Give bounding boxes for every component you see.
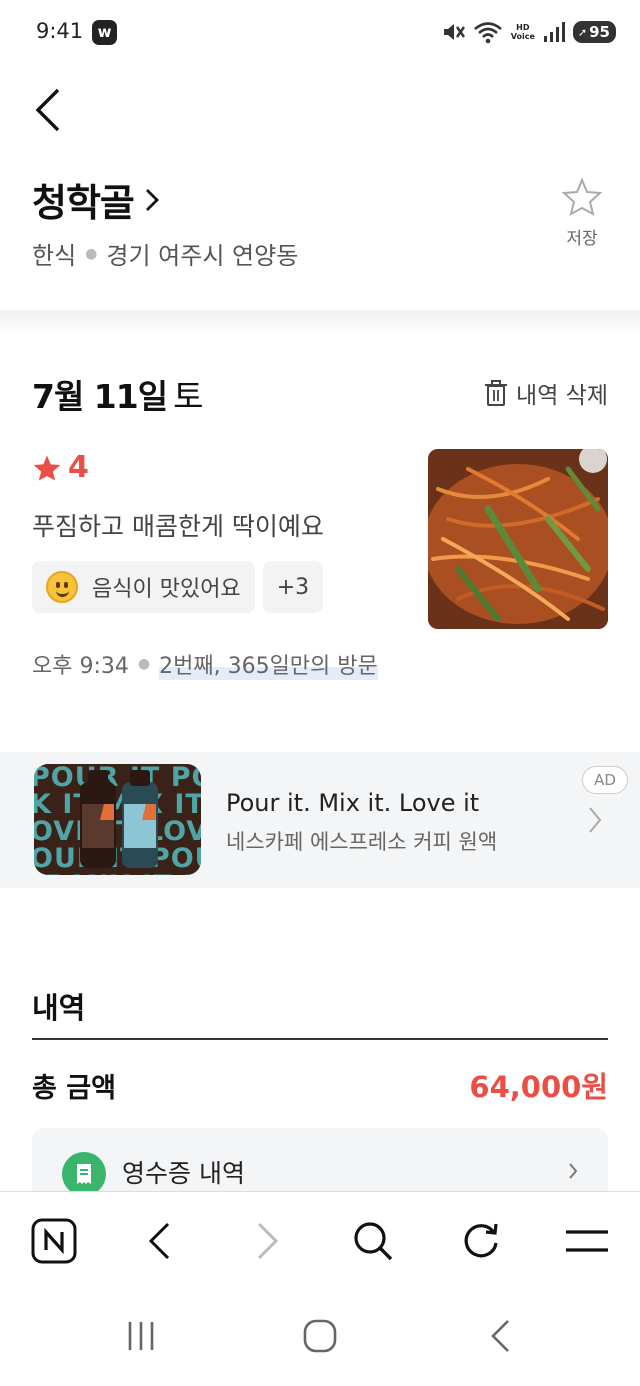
restaurant-category: 한식 (32, 242, 77, 270)
home-icon (303, 1319, 337, 1353)
section-divider (0, 310, 640, 334)
status-bar: 9:41 w HD Voice ➚ 95 (0, 0, 640, 64)
visit-date-text: 7월 11일 (32, 377, 168, 416)
naver-home-button[interactable] (29, 1216, 79, 1266)
back-icon (491, 1320, 509, 1352)
rating-value: 4 (68, 450, 89, 485)
delete-history-button[interactable]: 내역 삭제 (484, 376, 608, 410)
chevron-left-icon (148, 1222, 170, 1260)
ad-thumbnail: POUR IT POUR K IT MIX IT MI OVE IT LOVE … (34, 764, 201, 875)
hd-voice-icon: HD Voice (510, 23, 535, 41)
ad-description: 네스카페 에스프레소 커피 원액 (226, 830, 498, 854)
app-notification-icon: w (92, 20, 117, 45)
ad-banner[interactable]: POUR IT POUR K IT MIX IT MI OVE IT LOVE … (0, 752, 640, 888)
visit-meta: 오후 9:34 ● 2번째, 365일만의 방문 (32, 648, 378, 680)
refresh-button[interactable] (456, 1216, 506, 1266)
restaurant-location: 경기 여주시 연양동 (106, 242, 299, 270)
star-outline-icon (561, 177, 603, 216)
battery-icon: ➚ 95 (572, 21, 616, 43)
chip-label: 음식이 맛있어요 (92, 577, 241, 602)
chip-more[interactable]: +3 (262, 561, 324, 613)
receipt-details-row[interactable]: 영수증 내역 (32, 1128, 608, 1196)
browser-toolbar (0, 1191, 640, 1291)
delete-history-label: 내역 삭제 (516, 383, 608, 409)
mute-icon (443, 24, 465, 40)
restaurant-info: 한식 ● 경기 여주시 연양동 (32, 236, 298, 271)
receipt-icon (62, 1152, 106, 1196)
details-title: 내역 (32, 991, 86, 1025)
menu-button[interactable] (562, 1216, 612, 1266)
browser-forward-button[interactable] (243, 1216, 293, 1266)
chevron-right-icon (145, 188, 159, 211)
home-button[interactable] (295, 1316, 345, 1356)
system-navigation-bar (0, 1292, 640, 1386)
browser-back-button[interactable] (134, 1216, 184, 1266)
review-chips: 음식이 맛있어요 +3 (32, 561, 324, 613)
total-amount-label: 총 금액 (32, 1073, 116, 1104)
naver-logo-icon (31, 1218, 77, 1264)
system-back-button[interactable] (475, 1316, 525, 1356)
status-icons: HD Voice ➚ 95 (441, 18, 616, 46)
separator-dot: ● (85, 245, 98, 262)
coffee-bottles-icon (80, 770, 158, 868)
battery-level: 95 (589, 23, 610, 41)
visit-date: 7월 11일 토 (32, 370, 203, 418)
star-filled-icon (33, 454, 61, 481)
ad-title: Pour it. Mix it. Love it (226, 789, 480, 817)
receipt-details-label: 영수증 내역 (122, 1159, 245, 1188)
chevron-right-icon (257, 1222, 279, 1260)
smiley-emoji-icon (46, 571, 78, 603)
rating: 4 (32, 450, 89, 485)
visit-count[interactable]: 2번째, 365일만의 방문 (159, 648, 378, 680)
recent-apps-icon (128, 1322, 154, 1350)
review-text: 푸짐하고 매콤한게 딱이예요 (32, 512, 324, 541)
wifi-icon (473, 22, 502, 44)
details-divider (32, 1038, 608, 1040)
food-photo[interactable] (428, 449, 608, 629)
ad-badge[interactable]: AD (582, 766, 628, 794)
status-time: 9:41 (36, 19, 84, 43)
visit-time: 오후 9:34 (32, 654, 129, 679)
chevron-right-icon (569, 1163, 578, 1179)
search-icon (354, 1222, 393, 1261)
hamburger-menu-icon (566, 1230, 608, 1252)
separator-dot: ● (137, 656, 151, 672)
chip-tasty-food[interactable]: 음식이 맛있어요 (32, 561, 255, 613)
ad-chevron-right-icon (589, 807, 602, 833)
food-photo-image (428, 449, 608, 629)
recent-apps-button[interactable] (116, 1316, 166, 1356)
visit-day-of-week: 토 (173, 377, 203, 416)
save-button[interactable]: 저장 (552, 177, 612, 249)
restaurant-name: 청학골 (32, 181, 135, 225)
save-label: 저장 (566, 229, 598, 249)
search-button[interactable] (348, 1216, 398, 1266)
signal-icon (543, 22, 565, 42)
total-amount-value: 64,000원 (469, 1070, 608, 1104)
chevron-left-icon (35, 88, 60, 132)
refresh-icon (464, 1223, 498, 1258)
trash-icon (485, 380, 508, 406)
chip-more-label: +3 (276, 574, 310, 600)
restaurant-title-link[interactable]: 청학골 (32, 172, 160, 227)
back-button[interactable] (24, 84, 72, 136)
